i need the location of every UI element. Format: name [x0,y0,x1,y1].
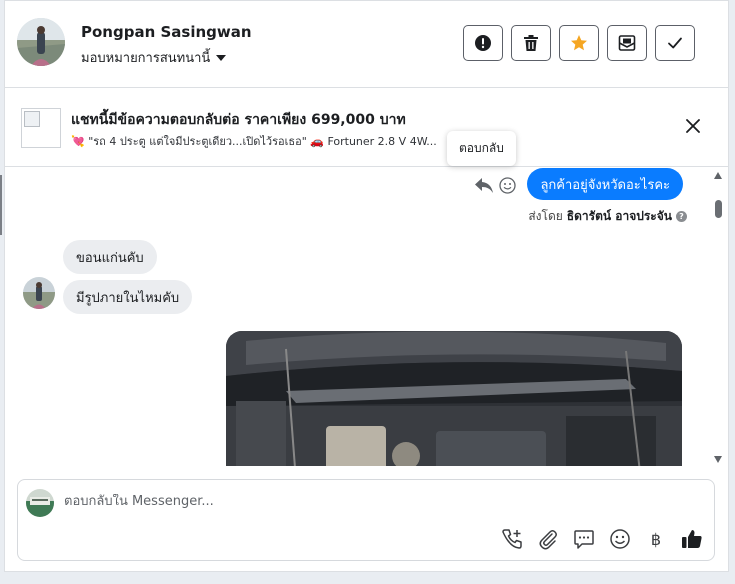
incoming-message[interactable]: ขอนแก่นคับ [63,240,157,274]
saved-replies-button[interactable] [572,527,596,551]
banner-title: แชทนี้มีข้อความตอบกลับต่อ ราคาเพียง 699,… [71,112,406,128]
caret-down-icon [216,54,227,61]
header-actions [463,25,695,61]
payment-button[interactable]: ฿ [644,527,668,551]
attach-button[interactable] [536,527,560,551]
conversation-header: Pongpan Sasingwan มอบหมายการสนทนานี้ [5,1,728,88]
reply-icon[interactable] [474,176,494,194]
message-list: ลูกค้าอยู่จังหวัดอะไรคะ ส่งโดย ธิดารัตน์… [5,168,713,466]
reply-composer: ฿ [17,479,715,561]
scrollbar-thumb[interactable] [715,200,722,218]
conversation-panel: Pongpan Sasingwan มอบหมายการสนทนานี้ แชท… [4,0,729,572]
outgoing-message[interactable]: ลูกค้าอยู่จังหวัดอะไรคะ [527,168,683,200]
mark-done-button[interactable] [655,25,695,61]
mark-unread-icon [618,35,636,51]
check-icon [668,37,682,49]
close-icon [686,119,700,133]
engine-photo-attachment[interactable] [226,331,682,466]
composer-tools: ฿ [500,527,704,551]
saved-replies-icon [574,530,594,549]
delete-button[interactable] [511,25,551,61]
banner-close-button[interactable] [682,115,704,137]
sent-by-prefix: ส่งโดย [528,209,563,223]
sent-by-name: ธิดารัตน์ อาจประจัน [566,209,672,223]
baht-icon: ฿ [650,529,662,549]
window-edge [0,175,2,235]
star-icon [571,35,587,51]
ad-reply-banner: แชทนี้มีข้อความตอบกลับต่อ ราคาเพียง 699,… [5,89,728,167]
call-add-button[interactable] [500,527,524,551]
page-avatar [26,489,54,517]
mark-unread-button[interactable] [607,25,647,61]
contact-avatar-small [23,277,55,309]
call-add-icon [502,529,522,549]
paperclip-icon [539,530,557,550]
star-button[interactable] [559,25,599,61]
incoming-message[interactable]: มีรูปภายในไหมคับ [63,280,193,314]
report-button[interactable] [463,25,503,61]
assign-label: มอบหมายการสนทนานี้ [81,51,211,66]
thumbs-up-icon [682,530,702,548]
emoji-icon [610,529,630,549]
scroll-up-arrow[interactable] [714,172,722,179]
react-emoji-icon[interactable] [499,177,516,194]
scroll-down-arrow[interactable] [714,456,722,463]
reply-tooltip: ตอบกลับ [447,131,516,166]
trash-icon [524,35,538,51]
contact-avatar[interactable] [17,18,65,66]
contact-name[interactable]: Pongpan Sasingwan [81,23,252,41]
ad-thumbnail[interactable] [21,108,61,148]
banner-subtitle: 💘 "รถ 4 ประตู แต่ใจมีประตูเดียว...เปิดไว… [71,135,437,148]
alert-circle-icon [475,35,491,51]
sent-by-line: ส่งโดย ธิดารัตน์ อาจประจัน ? [528,207,687,226]
assign-conversation-dropdown[interactable]: มอบหมายการสนทนานี้ [81,47,227,68]
reply-input[interactable] [64,494,624,509]
like-button[interactable] [680,527,704,551]
emoji-button[interactable] [608,527,632,551]
broken-image-icon [24,111,40,127]
help-icon[interactable]: ? [676,211,687,222]
